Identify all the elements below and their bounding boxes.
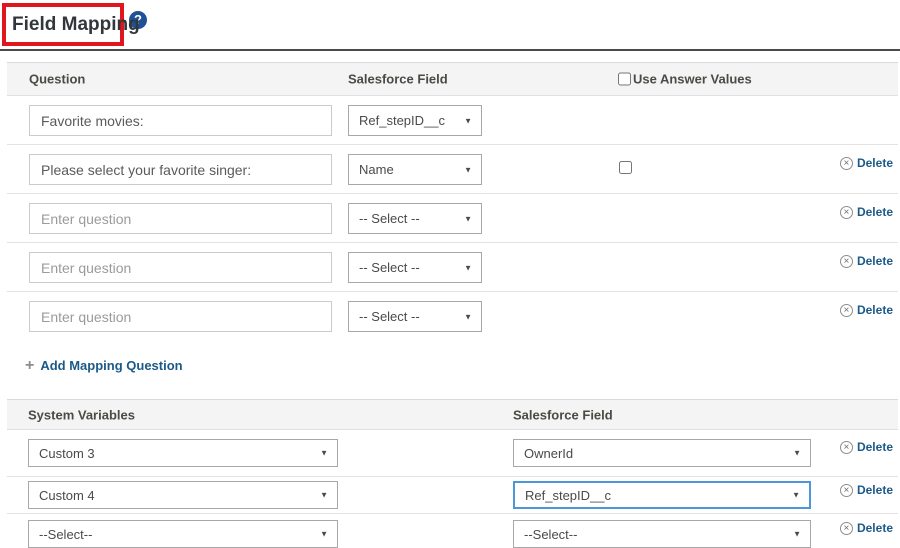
salesforce-field-column-header: Salesforce Field [513, 407, 613, 422]
question-mapping-table: Question Salesforce Field Use Answer Val… [7, 62, 898, 341]
delete-button[interactable]: × Delete [840, 254, 893, 268]
select-value: OwnerId [514, 446, 573, 461]
chevron-down-icon: ▼ [464, 312, 472, 321]
chevron-down-icon: ▼ [793, 530, 801, 539]
question-column-header: Question [29, 72, 85, 87]
salesforce-field-select[interactable]: Name ▼ [348, 154, 482, 185]
delete-label: Delete [857, 521, 893, 535]
chevron-down-icon: ▼ [320, 449, 328, 458]
chevron-down-icon: ▼ [320, 530, 328, 539]
page-title: Field Mapping [6, 14, 140, 36]
select-value: --Select-- [514, 527, 577, 542]
question-row: -- Select -- ▼ × Delete [7, 292, 898, 341]
use-answer-values-checkbox[interactable] [619, 161, 632, 174]
chevron-down-icon: ▼ [320, 491, 328, 500]
salesforce-field-select[interactable]: Ref_stepID__c ▼ [348, 105, 482, 136]
delete-circle-icon: × [840, 304, 853, 317]
system-row: Custom 3 ▼ OwnerId ▼ × Delete [7, 430, 898, 477]
question-row: -- Select -- ▼ × Delete [7, 194, 898, 243]
delete-button[interactable]: × Delete [840, 521, 893, 535]
select-value: -- Select -- [349, 260, 420, 275]
select-value: Custom 4 [29, 488, 95, 503]
question-row: -- Select -- ▼ × Delete [7, 243, 898, 292]
delete-label: Delete [857, 440, 893, 454]
title-divider [0, 49, 900, 51]
question-input[interactable] [29, 154, 332, 185]
system-variable-select[interactable]: Custom 4 ▼ [28, 481, 338, 509]
system-variable-select[interactable]: Custom 3 ▼ [28, 439, 338, 467]
delete-label: Delete [857, 254, 893, 268]
select-value: Custom 3 [29, 446, 95, 461]
use-answer-values-header: Use Answer Values [618, 72, 752, 87]
salesforce-field-select[interactable]: OwnerId ▼ [513, 439, 811, 467]
add-mapping-question-button[interactable]: + Add Mapping Question [25, 358, 183, 373]
delete-circle-icon: × [840, 441, 853, 454]
select-value: -- Select -- [349, 211, 420, 226]
select-value: --Select-- [29, 527, 92, 542]
question-row: Ref_stepID__c ▼ [7, 96, 898, 145]
salesforce-field-select[interactable]: -- Select -- ▼ [348, 301, 482, 332]
select-value: Ref_stepID__c [515, 488, 611, 503]
chevron-down-icon: ▼ [792, 491, 800, 500]
chevron-down-icon: ▼ [464, 214, 472, 223]
plus-icon: + [25, 359, 34, 373]
delete-label: Delete [857, 156, 893, 170]
delete-circle-icon: × [840, 484, 853, 497]
select-value: Name [349, 162, 394, 177]
chevron-down-icon: ▼ [464, 116, 472, 125]
delete-circle-icon: × [840, 522, 853, 535]
delete-label: Delete [857, 483, 893, 497]
system-variables-table: System Variables Salesforce Field Custom… [7, 399, 898, 548]
delete-label: Delete [857, 303, 893, 317]
delete-label: Delete [857, 205, 893, 219]
chevron-down-icon: ▼ [464, 165, 472, 174]
delete-button[interactable]: × Delete [840, 483, 893, 497]
select-value: -- Select -- [349, 309, 420, 324]
question-input[interactable] [29, 252, 332, 283]
select-value: Ref_stepID__c [349, 113, 445, 128]
question-row: Name ▼ × Delete [7, 145, 898, 194]
chevron-down-icon: ▼ [464, 263, 472, 272]
use-answer-values-header-checkbox[interactable] [618, 73, 631, 86]
system-table-header: System Variables Salesforce Field [7, 399, 898, 430]
delete-circle-icon: × [840, 157, 853, 170]
system-variables-column-header: System Variables [28, 407, 135, 422]
delete-circle-icon: × [840, 206, 853, 219]
delete-button[interactable]: × Delete [840, 156, 893, 170]
red-annotation-box: Field Mapping [2, 3, 124, 46]
question-table-header: Question Salesforce Field Use Answer Val… [7, 62, 898, 96]
use-answer-values-label: Use Answer Values [633, 72, 752, 87]
add-mapping-question-label: Add Mapping Question [40, 358, 182, 373]
delete-circle-icon: × [840, 255, 853, 268]
delete-button[interactable]: × Delete [840, 440, 893, 454]
system-variable-select[interactable]: --Select-- ▼ [28, 520, 338, 548]
delete-button[interactable]: × Delete [840, 205, 893, 219]
salesforce-field-select[interactable]: -- Select -- ▼ [348, 252, 482, 283]
question-input[interactable] [29, 301, 332, 332]
delete-button[interactable]: × Delete [840, 303, 893, 317]
salesforce-field-select[interactable]: --Select-- ▼ [513, 520, 811, 548]
field-mapping-page: Field Mapping ? Question Salesforce Fiel… [0, 0, 900, 548]
system-row: --Select-- ▼ --Select-- ▼ × Delete [7, 514, 898, 548]
question-input[interactable] [29, 105, 332, 136]
system-row: Custom 4 ▼ Ref_stepID__c ▼ × Delete [7, 477, 898, 514]
salesforce-field-column-header: Salesforce Field [348, 72, 448, 87]
salesforce-field-select[interactable]: -- Select -- ▼ [348, 203, 482, 234]
salesforce-field-select-focused[interactable]: Ref_stepID__c ▼ [513, 481, 811, 509]
question-input[interactable] [29, 203, 332, 234]
chevron-down-icon: ▼ [793, 449, 801, 458]
